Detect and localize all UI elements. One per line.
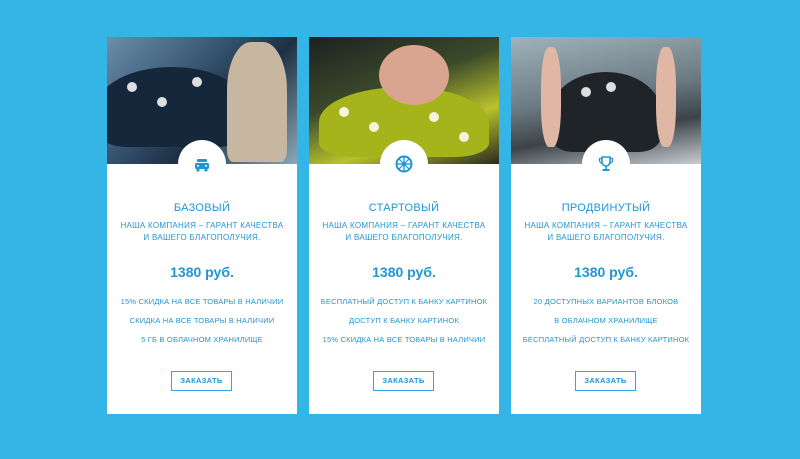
foam xyxy=(157,97,167,107)
feature-item: 15% СКИДКА НА ВСЕ ТОВАРЫ В НАЛИЧИИ xyxy=(322,335,486,344)
foam xyxy=(606,82,616,92)
pricing-card-basic: БАЗОВЫЙ НАША КОМПАНИЯ – ГАРАНТ КАЧЕСТВА … xyxy=(107,37,297,414)
photo-person xyxy=(656,47,676,147)
plan-description: НАША КОМПАНИЯ – ГАРАНТ КАЧЕСТВА И ВАШЕГО… xyxy=(120,221,284,242)
plan-price: 1380 руб. xyxy=(170,264,234,280)
plan-features: БЕСПЛАТНЫЙ ДОСТУП К БАНКУ КАРТИНОК ДОСТУ… xyxy=(309,296,499,353)
foam xyxy=(581,87,591,97)
plan-description: НАША КОМПАНИЯ – ГАРАНТ КАЧЕСТВА И ВАШЕГО… xyxy=(524,221,688,242)
pricing-cards: БАЗОВЫЙ НАША КОМПАНИЯ – ГАРАНТ КАЧЕСТВА … xyxy=(107,37,703,414)
pricing-card-advanced: ПРОДВИНУТЫЙ НАША КОМПАНИЯ – ГАРАНТ КАЧЕС… xyxy=(511,37,701,414)
trophy-icon xyxy=(598,156,614,171)
photo-person xyxy=(541,47,561,147)
foam xyxy=(192,77,202,87)
plan-features: 20 ДОСТУПНЫХ ВАРИАНТОВ БЛОКОВ В ОБЛАЧНОМ… xyxy=(511,296,701,353)
wheel-icon xyxy=(395,155,413,173)
feature-item: 15% СКИДКА НА ВСЕ ТОВАРЫ В НАЛИЧИИ xyxy=(120,297,284,306)
pricing-card-starter: СТАРТОВЫЙ НАША КОМПАНИЯ – ГАРАНТ КАЧЕСТВ… xyxy=(309,37,499,414)
feature-item: БЕСПЛАТНЫЙ ДОСТУП К БАНКУ КАРТИНОК xyxy=(522,335,690,344)
plan-description: НАША КОМПАНИЯ – ГАРАНТ КАЧЕСТВА И ВАШЕГО… xyxy=(322,221,486,242)
foam xyxy=(369,122,379,132)
foam xyxy=(339,107,349,117)
foam xyxy=(429,112,439,122)
feature-item: 5 ГБ В ОБЛАЧНОМ ХРАНИЛИЩЕ xyxy=(141,335,263,344)
plan-title: ПРОДВИНУТЫЙ xyxy=(561,202,651,214)
foam xyxy=(459,132,469,142)
feature-item: 20 ДОСТУПНЫХ ВАРИАНТОВ БЛОКОВ xyxy=(533,297,679,306)
plan-price: 1380 руб. xyxy=(574,264,638,280)
photo-person xyxy=(227,42,287,162)
order-button[interactable]: ЗАКАЗАТЬ xyxy=(575,371,636,391)
car-wash-icon xyxy=(195,159,209,172)
plan-title: БАЗОВЫЙ xyxy=(173,202,231,214)
photo-car xyxy=(107,67,247,147)
feature-item: В ОБЛАЧНОМ ХРАНИЛИЩЕ xyxy=(554,316,658,325)
plan-icon-badge xyxy=(380,140,428,188)
plan-features: 15% СКИДКА НА ВСЕ ТОВАРЫ В НАЛИЧИИ СКИДК… xyxy=(107,296,297,353)
plan-icon-badge xyxy=(178,140,226,188)
foam xyxy=(127,82,137,92)
feature-item: СКИДКА НА ВСЕ ТОВАРЫ В НАЛИЧИИ xyxy=(129,316,275,325)
order-button[interactable]: ЗАКАЗАТЬ xyxy=(373,371,434,391)
plan-title: СТАРТОВЫЙ xyxy=(368,202,440,214)
order-button[interactable]: ЗАКАЗАТЬ xyxy=(171,371,232,391)
plan-price: 1380 руб. xyxy=(372,264,436,280)
photo-person xyxy=(379,45,449,105)
feature-item: ДОСТУП К БАНКУ КАРТИНОК xyxy=(348,316,460,325)
plan-icon-badge xyxy=(582,140,630,188)
feature-item: БЕСПЛАТНЫЙ ДОСТУП К БАНКУ КАРТИНОК xyxy=(320,297,488,306)
